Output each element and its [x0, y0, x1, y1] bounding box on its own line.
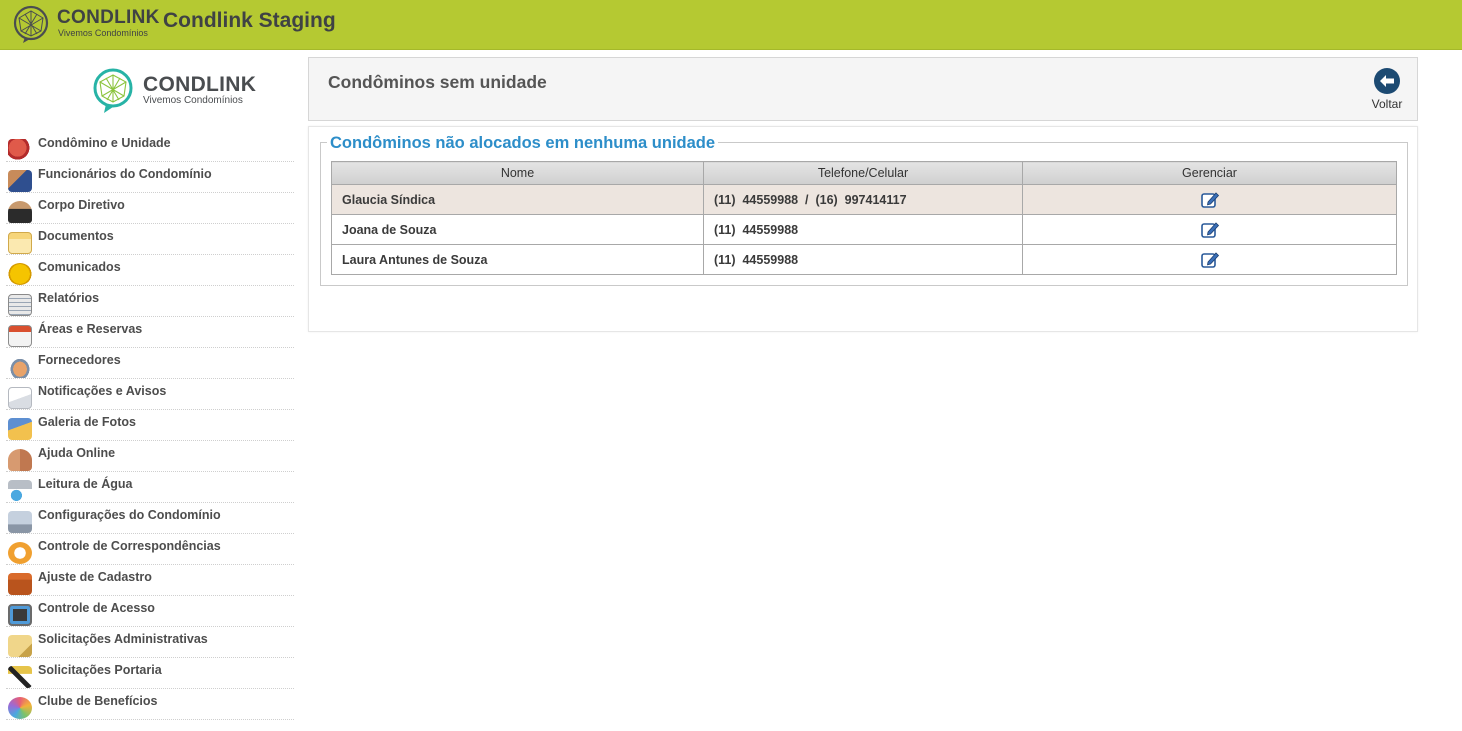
cell-name: Glaucia Síndica: [331, 184, 704, 215]
cell-phone: (11) 44559988 / (16) 997414117: [703, 184, 1023, 215]
sidebar-item-ajuste-cadastro[interactable]: Ajuste de Cadastro: [6, 565, 294, 596]
photo-folder-icon: [8, 418, 32, 440]
back-label: Voltar: [1371, 97, 1403, 111]
top-brand: CONDLINK: [57, 7, 160, 28]
top-bar: CONDLINK Vivemos Condomínios Condlink St…: [0, 0, 1462, 50]
sidebar-item-notificacoes[interactable]: Notificações e Avisos: [6, 379, 294, 410]
edit-icon[interactable]: [1200, 251, 1220, 269]
table-row[interactable]: Glaucia Síndica (11) 44559988 / (16) 997…: [331, 184, 1397, 215]
documents-icon: [8, 232, 32, 254]
sidebar-brand: CONDLINK: [143, 73, 257, 96]
app-title: Condlink Staging: [163, 9, 336, 32]
sidebar-item-leitura-agua[interactable]: Leitura de Água: [6, 472, 294, 503]
sidebar-item-controle-acesso[interactable]: Controle de Acesso: [6, 596, 294, 627]
sidebar-item-solicitacoes-admin[interactable]: Solicitações Administrativas: [6, 627, 294, 658]
sidebar-item-relatorios[interactable]: Relatórios: [6, 286, 294, 317]
column-header-nome[interactable]: Nome: [331, 161, 704, 185]
column-header-telefone[interactable]: Telefone/Celular: [703, 161, 1023, 185]
table-row[interactable]: Laura Antunes de Souza (11) 44559988: [331, 244, 1397, 275]
handshake-icon: [8, 356, 32, 378]
mail-icon: [8, 542, 32, 564]
edit-icon[interactable]: [1200, 191, 1220, 209]
page-header: Condôminos sem unidade Voltar: [308, 57, 1418, 121]
sidebar-item-ajuda[interactable]: Ajuda Online: [6, 441, 294, 472]
briefcase-icon: [8, 573, 32, 595]
table-row[interactable]: Joana de Souza (11) 44559988: [331, 214, 1397, 245]
sidebar: CONDLINK Vivemos Condomínios Condômino e…: [0, 51, 296, 731]
back-button[interactable]: Voltar: [1367, 66, 1407, 112]
cell-name: Joana de Souza: [331, 214, 704, 245]
cell-phone: (11) 44559988: [703, 244, 1023, 275]
sidebar-item-corpo-diretivo[interactable]: Corpo Diretivo: [6, 193, 294, 224]
unallocated-fieldset: Condôminos não alocados em nenhuma unida…: [320, 133, 1408, 286]
sidebar-item-galeria[interactable]: Galeria de Fotos: [6, 410, 294, 441]
sidebar-item-condomino-unidade[interactable]: Condômino e Unidade: [6, 131, 294, 162]
content-panel: Condôminos não alocados em nenhuma unida…: [308, 126, 1418, 332]
back-arrow-icon: [1374, 68, 1400, 94]
sidebar-menu: Condômino e Unidade Funcionários do Cond…: [6, 131, 294, 720]
calendar-icon: [8, 325, 32, 347]
top-tagline: Vivemos Condomínios: [58, 28, 148, 38]
sidebar-item-correspondencias[interactable]: Controle de Correspondências: [6, 534, 294, 565]
building-settings-icon: [8, 511, 32, 533]
access-control-icon: [8, 604, 32, 626]
sidebar-item-fornecedores[interactable]: Fornecedores: [6, 348, 294, 379]
sidebar-tagline: Vivemos Condomínios: [143, 95, 243, 106]
cell-phone: (11) 44559988: [703, 214, 1023, 245]
gate-icon: [8, 666, 32, 688]
sidebar-item-comunicados[interactable]: Comunicados: [6, 255, 294, 286]
sidebar-item-areas-reservas[interactable]: Áreas e Reservas: [6, 317, 294, 348]
alert-icon: [8, 263, 32, 285]
page-title: Condôminos sem unidade: [328, 72, 547, 92]
cell-manage: [1022, 244, 1397, 275]
sidebar-item-documentos[interactable]: Documentos: [6, 224, 294, 255]
sidebar-item-configuracoes[interactable]: Configurações do Condomínio: [6, 503, 294, 534]
director-icon: [8, 201, 32, 223]
section-legend: Condôminos não alocados em nenhuma unida…: [327, 133, 719, 153]
benefits-icon: [8, 697, 32, 719]
employees-icon: [8, 170, 32, 192]
house-person-icon: [8, 139, 32, 161]
sidebar-logo-icon: [93, 68, 133, 113]
sidebar-item-solicitacoes-portaria[interactable]: Solicitações Portaria: [6, 658, 294, 689]
report-icon: [8, 294, 32, 316]
residents-table: Nome Telefone/Celular Gerenciar Glaucia …: [331, 161, 1397, 275]
envelope-icon: [8, 387, 32, 409]
sidebar-item-clube-beneficios[interactable]: Clube de Benefícios: [6, 689, 294, 720]
support-icon: [8, 449, 32, 471]
water-tap-icon: [8, 480, 32, 502]
cell-manage: [1022, 184, 1397, 215]
edit-icon[interactable]: [1200, 221, 1220, 239]
table-header-row: Nome Telefone/Celular Gerenciar: [331, 161, 1397, 185]
cell-manage: [1022, 214, 1397, 245]
column-header-gerenciar: Gerenciar: [1022, 161, 1397, 185]
condlink-logo-icon: [13, 5, 49, 43]
request-icon: [8, 635, 32, 657]
cell-name: Laura Antunes de Souza: [331, 244, 704, 275]
sidebar-item-funcionarios[interactable]: Funcionários do Condomínio: [6, 162, 294, 193]
